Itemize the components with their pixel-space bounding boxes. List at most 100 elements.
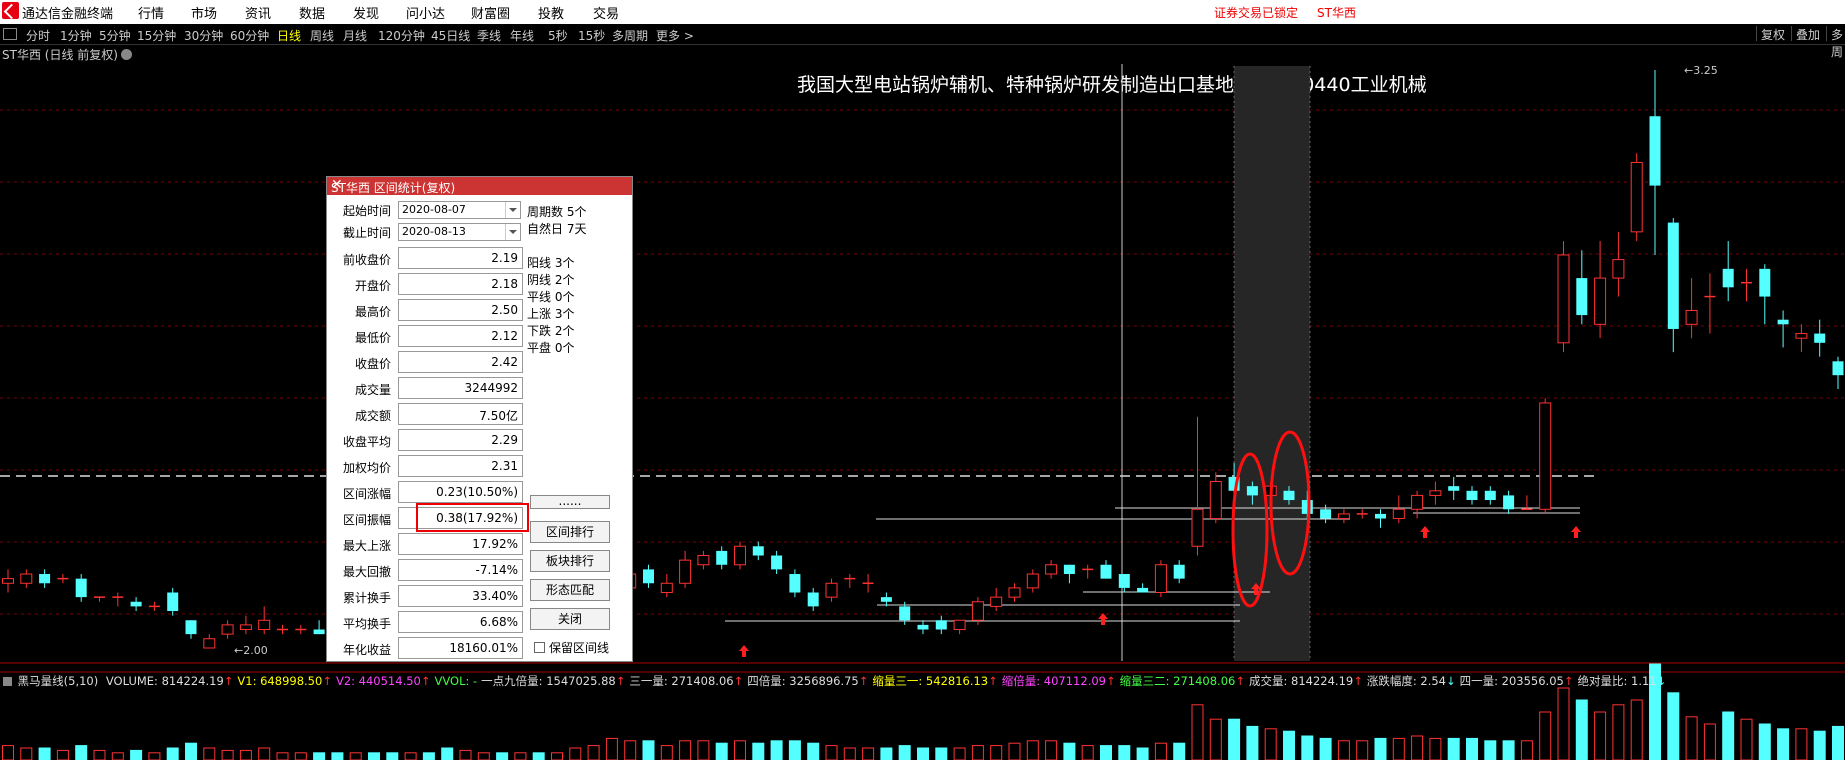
volume-bar xyxy=(1264,728,1277,760)
checkbox-icon[interactable] xyxy=(534,642,545,653)
volume-bar xyxy=(1813,730,1826,760)
kline-chart[interactable]: ←3.25 ←2.00 xyxy=(0,0,1845,760)
close-icon[interactable]: ✕ xyxy=(331,177,628,193)
indicator-name: 黑马量线(5,10) xyxy=(17,674,99,688)
candle-up xyxy=(221,624,234,635)
volume-bar xyxy=(1136,747,1149,760)
summary-stat: 阳线 3个 xyxy=(527,256,575,270)
volume-bar xyxy=(1283,730,1295,760)
volume-bar xyxy=(1154,742,1167,760)
volume-bar xyxy=(148,752,161,760)
candle-up xyxy=(1795,333,1808,339)
close-button[interactable]: 关闭 xyxy=(530,608,610,630)
indicator-value: 成交量: 814224.19↑ xyxy=(1248,674,1363,688)
volume-bar xyxy=(1594,711,1607,760)
volume-bar xyxy=(715,742,728,760)
volume-bar xyxy=(166,747,179,760)
candle-down xyxy=(1466,490,1478,501)
volume-bar xyxy=(1740,718,1753,760)
indicator-value: 绝对量比: 1.11↓ xyxy=(1577,674,1667,688)
volume-bar xyxy=(935,747,948,760)
chevron-down-icon[interactable] xyxy=(505,202,520,218)
stat-value: 3244992 xyxy=(464,381,518,395)
candle-down xyxy=(752,546,764,556)
volume-bar xyxy=(1392,737,1405,760)
end-time-label: 截止时间 xyxy=(342,226,391,240)
candle-down xyxy=(1173,564,1185,579)
stat-value: 2.12 xyxy=(491,329,518,343)
stat-label: 最大回撤 xyxy=(342,565,391,579)
candle-down xyxy=(1100,564,1112,579)
indicator-value: VOLUME: 814224.19↑ xyxy=(105,674,234,688)
interval-rank-button[interactable]: 区间排行 xyxy=(530,521,610,543)
sector-rank-button[interactable]: 板块排行 xyxy=(530,550,610,572)
volume-bar xyxy=(1484,740,1497,760)
volume-bar xyxy=(56,749,69,760)
stat-value: 2.19 xyxy=(491,251,518,265)
stat-value-field: 7.50亿 xyxy=(398,403,523,425)
stat-value-field: 2.19 xyxy=(398,247,523,269)
stat-label: 开盘价 xyxy=(354,279,391,293)
volume-bar xyxy=(752,742,765,760)
stat-value: 33.40% xyxy=(472,589,518,603)
volume-bar xyxy=(1063,742,1076,760)
volume-bar xyxy=(1539,711,1552,760)
candle-up xyxy=(2,578,14,584)
indicator-menu-icon[interactable] xyxy=(3,677,12,686)
volume-bar xyxy=(1191,704,1204,760)
low-price-label: ←2.00 xyxy=(234,644,268,657)
volume-bar xyxy=(1722,711,1735,760)
signal-up-arrow-icon xyxy=(1571,526,1581,538)
volume-bar xyxy=(1337,740,1350,760)
volume-bar xyxy=(1081,745,1094,760)
summary-stat: 平线 0个 xyxy=(527,290,575,304)
volume-bar xyxy=(459,749,472,760)
end-date-select[interactable]: 2020-08-13 xyxy=(398,223,521,241)
stat-label: 最大上涨 xyxy=(342,539,391,553)
start-date-select[interactable]: 2020-08-07 xyxy=(398,201,521,219)
dialog-titlebar[interactable]: ST华西 区间统计(复权) ✕ xyxy=(327,177,632,195)
stat-value-field: 2.29 xyxy=(398,429,523,451)
volume-bar xyxy=(1411,735,1424,760)
indicator-value: 四倍量: 3256896.75↑ xyxy=(747,674,869,688)
more-options-button[interactable]: ...... xyxy=(530,495,610,509)
indicator-value: 缩倍量: 407112.09↑ xyxy=(1001,674,1116,688)
summary-stat: 平盘 0个 xyxy=(527,341,575,355)
volume-bar xyxy=(660,745,673,760)
indicator-value: VVOL: - xyxy=(434,674,478,688)
interval-stats-dialog: ST华西 区间统计(复权) ✕ 起始时间 2020-08-07 截止时间 202… xyxy=(326,176,633,662)
stat-value: 2.42 xyxy=(491,355,518,369)
volume-bar xyxy=(441,747,454,760)
candle-down xyxy=(1063,564,1075,575)
indicator-value: 缩量三二: 271408.06↑ xyxy=(1119,674,1245,688)
pattern-match-button[interactable]: 形态匹配 xyxy=(530,579,610,601)
volume-bar xyxy=(20,747,33,760)
volume-bar xyxy=(75,745,88,760)
volume-bar xyxy=(532,752,545,760)
volume-bar xyxy=(38,747,51,760)
volume-bar xyxy=(1045,740,1058,760)
volume-bar xyxy=(130,749,143,760)
volume-bar xyxy=(221,749,234,760)
volume-bar xyxy=(477,752,490,760)
volume-bar xyxy=(258,747,271,760)
volume-bar xyxy=(422,752,435,760)
volume-bar xyxy=(1685,716,1698,760)
indicator-value: 四一量: 203556.05↑ xyxy=(1459,674,1574,688)
indicator-value: 涨跌幅度: 2.54↓ xyxy=(1366,674,1456,688)
summary-stat: 自然日 7天 xyxy=(527,222,587,236)
candle-down xyxy=(935,620,947,630)
stat-label: 成交量 xyxy=(354,383,391,397)
volume-bar xyxy=(917,747,929,760)
candle-up xyxy=(1594,277,1607,325)
candle-up xyxy=(825,582,838,598)
keep-interval-line-checkbox[interactable]: 保留区间线 xyxy=(534,639,609,656)
volume-bar xyxy=(551,752,563,760)
candle-down xyxy=(643,569,654,584)
candle-down xyxy=(39,574,51,584)
chevron-down-icon[interactable] xyxy=(505,224,520,240)
volume-bar xyxy=(1447,737,1460,760)
candle-down xyxy=(75,578,87,598)
candle-up xyxy=(1685,309,1698,325)
volume-bar xyxy=(1502,740,1515,760)
